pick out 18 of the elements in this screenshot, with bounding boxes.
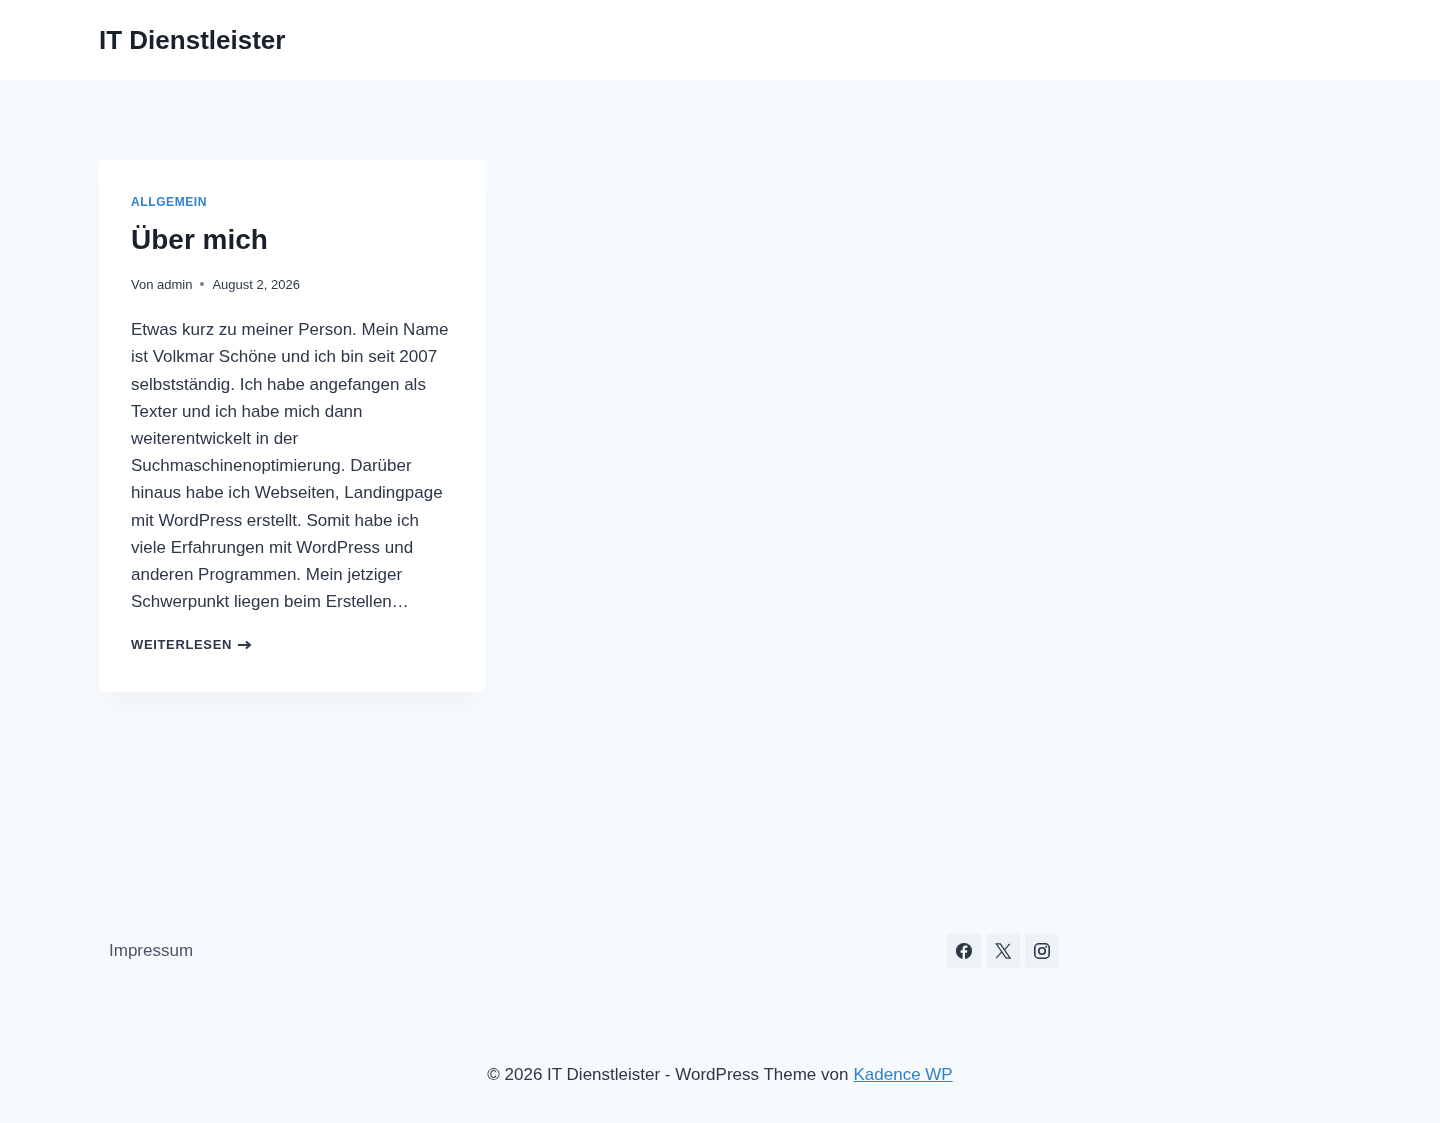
post-title[interactable]: Über mich bbox=[131, 223, 454, 257]
copyright-text: © 2026 IT Dienstleister - WordPress Theme von bbox=[487, 1064, 849, 1086]
footer-link[interactable]: Impressum bbox=[109, 938, 194, 964]
social-button[interactable] bbox=[1025, 934, 1059, 968]
x-logo-icon bbox=[994, 942, 1012, 960]
facebook-icon bbox=[955, 942, 973, 960]
credit-link[interactable]: Kadence WP bbox=[853, 1062, 953, 1088]
category-link[interactable]: ALLGEMEIN bbox=[131, 193, 454, 211]
bullet-icon bbox=[200, 282, 205, 287]
instagram-icon bbox=[1033, 942, 1051, 960]
post-date: August 2, 2026 bbox=[212, 275, 300, 294]
arrow-right-icon bbox=[238, 640, 253, 651]
social-button[interactable] bbox=[986, 934, 1020, 968]
post-excerpt: Etwas kurz zu meiner Person. Mein Name ist Volkmar Schöne und ich bin seit 2007 selbstständig. Ich habe angefangen als Texter und ich habe mich dann weiterentwickelt in der Suchmaschinenoptimierung. Darüber hinaus habe ich Webseiten, Landingpage mit WordPress erstellt. Somit habe ich viele Erfahrungen mit WordPress und anderen Programmen. Mein jetziger Schwerpunkt liegen beim Erstellen… bbox=[131, 319, 450, 614]
site-title[interactable]: IT Dienstleister bbox=[99, 20, 286, 60]
author-byline: Von admin bbox=[131, 275, 193, 294]
social-button[interactable] bbox=[947, 934, 981, 968]
read-more-link[interactable]: WEITERLESEN bbox=[131, 635, 253, 655]
